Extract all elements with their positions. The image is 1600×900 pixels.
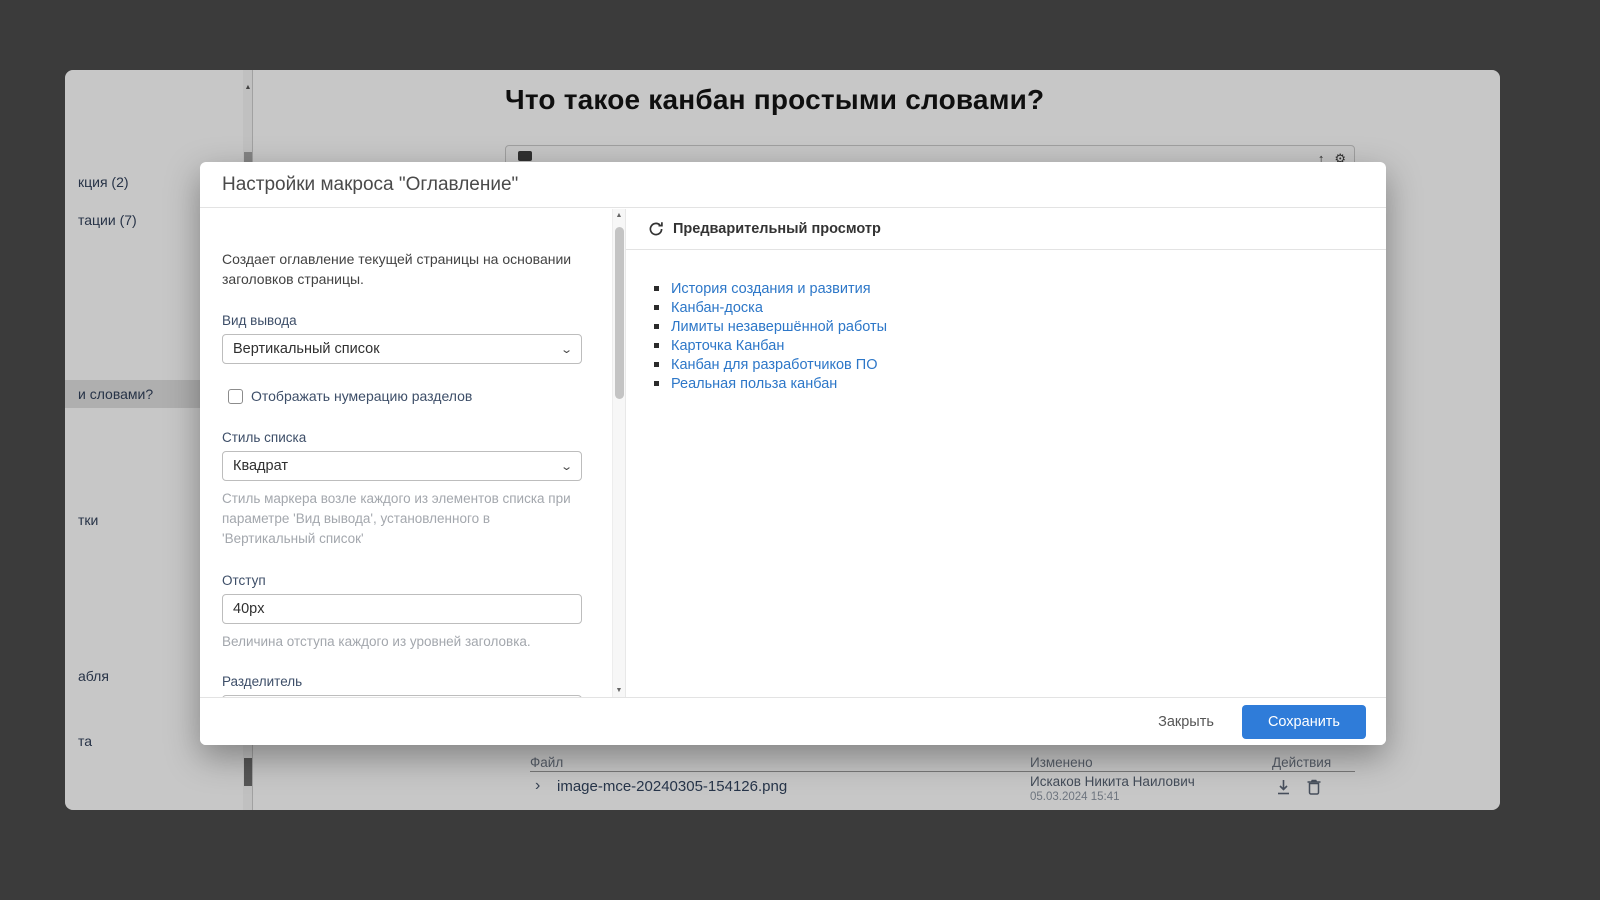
preview-title: Предварительный просмотр bbox=[673, 221, 881, 237]
form-scrollbar[interactable]: ▲ ▼ bbox=[612, 209, 625, 697]
macro-description: Создает оглавление текущей страницы на о… bbox=[222, 249, 582, 289]
numbering-checkbox[interactable] bbox=[228, 389, 243, 404]
preview-pane: Предварительный просмотр История создани… bbox=[625, 209, 1386, 697]
scrollbar-thumb[interactable] bbox=[615, 227, 624, 399]
refresh-icon[interactable] bbox=[648, 221, 664, 237]
chevron-down-icon: ⌄ bbox=[560, 460, 573, 473]
scroll-down-icon[interactable]: ▼ bbox=[613, 687, 625, 694]
indent-field: Отступ 40px Величина отступа каждого из … bbox=[222, 573, 582, 652]
list-style-help: Стиль маркера возле каждого из элементов… bbox=[222, 489, 582, 549]
toc-link[interactable]: Лимиты незавершённой работы bbox=[671, 319, 887, 335]
toc-item: Лимиты незавершённой работы bbox=[654, 320, 1386, 334]
toc-preview-list: История создания и развития Канбан-доска… bbox=[654, 282, 1386, 391]
list-style-field: Стиль списка Квадрат ⌄ Стиль маркера воз… bbox=[222, 430, 582, 549]
toc-link[interactable]: Реальная польза канбан bbox=[671, 376, 837, 392]
output-type-value: Вертикальный список bbox=[233, 341, 380, 357]
toc-item: Карточка Канбан bbox=[654, 339, 1386, 353]
dialog-body: Создает оглавление текущей страницы на о… bbox=[200, 209, 1386, 697]
output-type-field: Вид вывода Вертикальный список ⌄ bbox=[222, 313, 582, 364]
macro-settings-dialog: Настройки макроса "Оглавление" Создает о… bbox=[200, 162, 1386, 745]
output-type-label: Вид вывода bbox=[222, 313, 582, 328]
indent-help: Величина отступа каждого из уровней заго… bbox=[222, 632, 582, 652]
settings-form: Создает оглавление текущей страницы на о… bbox=[200, 209, 625, 697]
save-button[interactable]: Сохранить bbox=[1242, 705, 1366, 739]
separator-label: Разделитель bbox=[222, 674, 582, 689]
toc-item: Реальная польза канбан bbox=[654, 377, 1386, 391]
dialog-footer: Закрыть Сохранить bbox=[200, 697, 1386, 745]
list-style-select[interactable]: Квадрат ⌄ bbox=[222, 451, 582, 481]
close-button[interactable]: Закрыть bbox=[1158, 714, 1214, 730]
dialog-title: Настройки макроса "Оглавление" bbox=[200, 162, 1386, 208]
toc-item: Канбан-доска bbox=[654, 301, 1386, 315]
numbering-checkbox-row[interactable]: Отображать нумерацию разделов bbox=[228, 388, 582, 404]
toc-link[interactable]: Канбан для разработчиков ПО bbox=[671, 357, 877, 373]
list-style-value: Квадрат bbox=[233, 458, 288, 474]
numbering-checkbox-label: Отображать нумерацию разделов bbox=[251, 388, 472, 404]
preview-body: История создания и развития Канбан-доска… bbox=[626, 250, 1386, 396]
output-type-select[interactable]: Вертикальный список ⌄ bbox=[222, 334, 582, 364]
separator-field: Разделитель Квадратные скобки ⌄ bbox=[222, 674, 582, 697]
indent-label: Отступ bbox=[222, 573, 582, 588]
chevron-down-icon: ⌄ bbox=[560, 343, 573, 356]
toc-item: История создания и развития bbox=[654, 282, 1386, 296]
toc-link[interactable]: История создания и развития bbox=[671, 281, 871, 297]
toc-link[interactable]: Карточка Канбан bbox=[671, 338, 784, 354]
toc-item: Канбан для разработчиков ПО bbox=[654, 358, 1386, 372]
scroll-up-icon[interactable]: ▲ bbox=[613, 212, 625, 219]
preview-header: Предварительный просмотр bbox=[626, 209, 1386, 250]
toc-link[interactable]: Канбан-доска bbox=[671, 300, 763, 316]
indent-input[interactable]: 40px bbox=[222, 594, 582, 624]
indent-value: 40px bbox=[233, 601, 264, 617]
list-style-label: Стиль списка bbox=[222, 430, 582, 445]
